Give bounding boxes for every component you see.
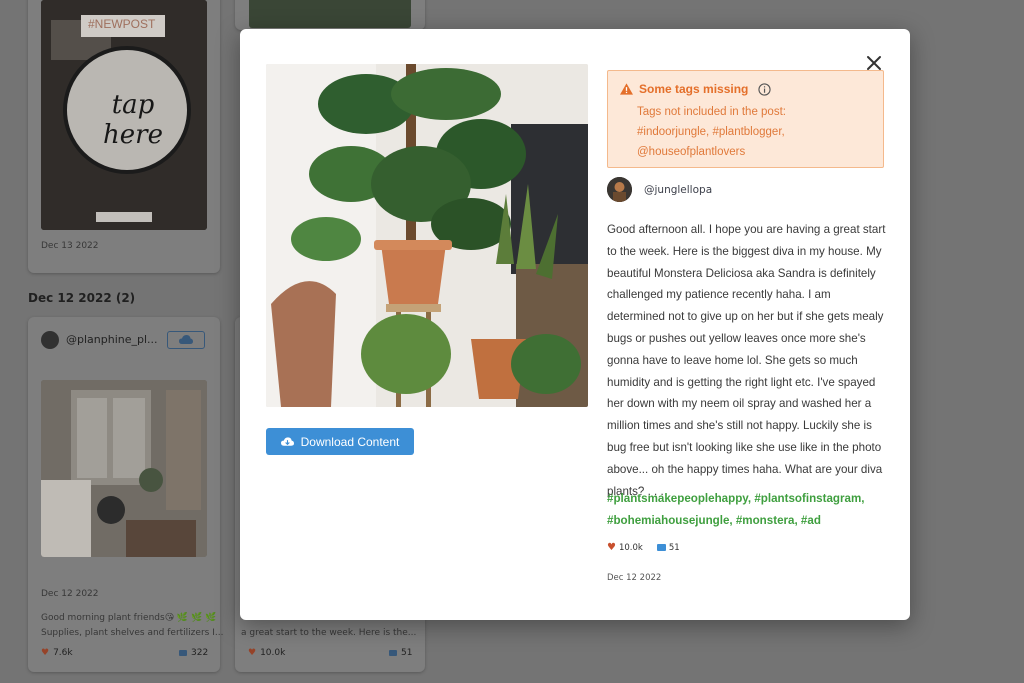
- avatar-image: [607, 177, 632, 202]
- alert-body: Tags not included in the post: #indoorju…: [637, 102, 786, 162]
- download-button-label: Download Content: [300, 434, 400, 449]
- post-image[interactable]: [266, 64, 588, 407]
- alert-header: Some tags missing: [620, 82, 772, 96]
- close-icon: [867, 56, 881, 70]
- post-date: Dec 12 2022: [607, 573, 662, 583]
- likes-count: ♥ 10.0k: [607, 542, 643, 553]
- alert-title: Some tags missing: [639, 82, 749, 96]
- avatar[interactable]: [607, 177, 632, 202]
- heart-icon: ♥: [607, 542, 616, 553]
- author-handle[interactable]: @junglellopa: [644, 184, 712, 196]
- alert-line: @houseofplantlovers: [637, 146, 746, 158]
- post-hashtags: #plantsmakepeoplehappy, #plantsofinstagr…: [607, 492, 865, 527]
- post-metrics: ♥ 10.0k 51: [607, 542, 680, 553]
- info-icon[interactable]: [758, 82, 772, 96]
- download-content-button[interactable]: Download Content: [266, 428, 414, 455]
- warning-icon: [620, 83, 633, 95]
- plant-photo: [266, 64, 588, 407]
- post-author[interactable]: @junglellopa: [607, 177, 712, 202]
- post-detail-modal: Download Content Some tags missing Tags …: [240, 29, 910, 620]
- alert-line: #indoorjungle, #plantblogger,: [637, 126, 785, 138]
- cloud-download-icon: [280, 436, 294, 446]
- comments-count: 51: [656, 542, 680, 553]
- comment-icon: [656, 544, 666, 551]
- alert-line: Tags not included in the post:: [637, 106, 786, 118]
- post-caption: Good afternoon all. I hope you are havin…: [607, 223, 886, 498]
- missing-tags-alert: Some tags missing Tags not included in t…: [607, 70, 884, 168]
